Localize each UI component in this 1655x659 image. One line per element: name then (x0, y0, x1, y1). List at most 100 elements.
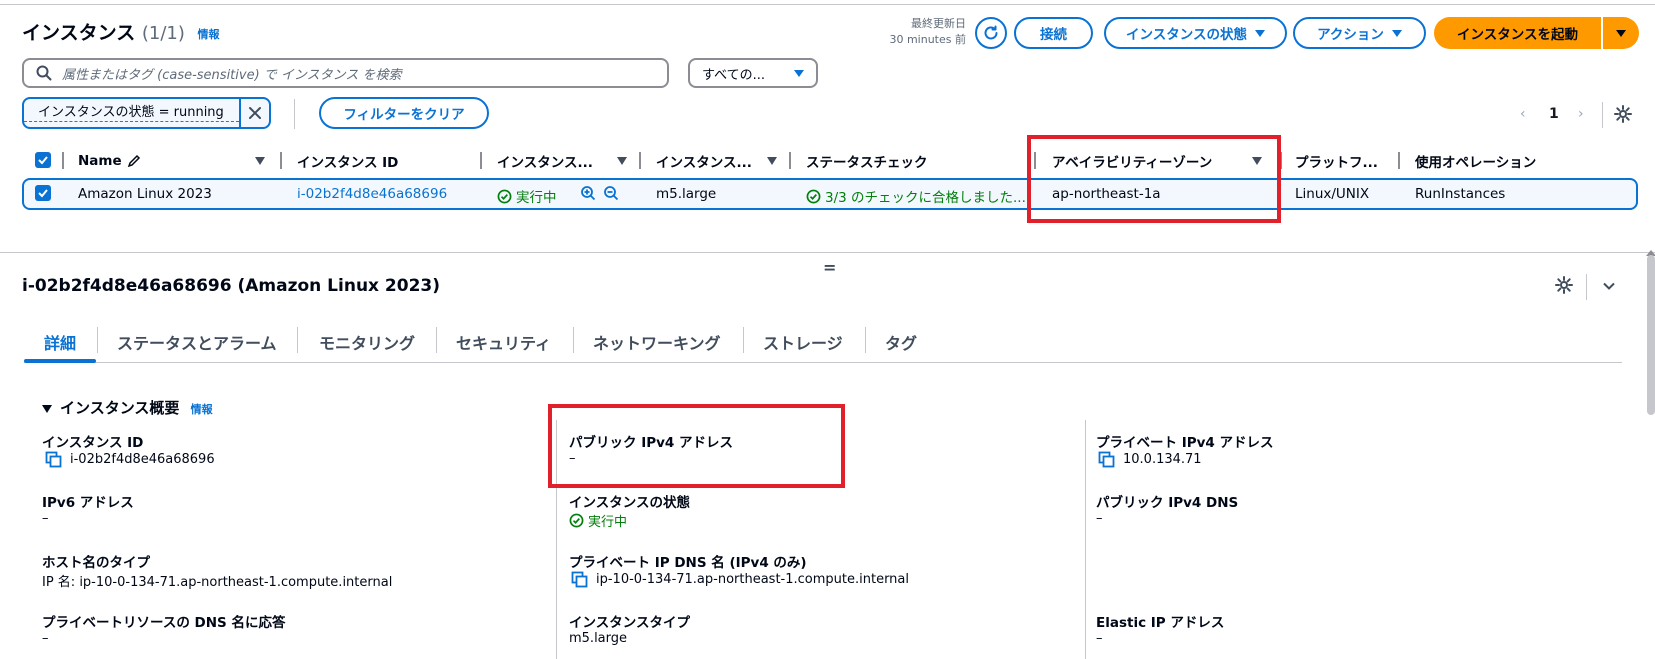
search-icon (36, 65, 52, 81)
zoom-in-icon[interactable] (580, 185, 596, 201)
caret-down-icon (794, 69, 804, 77)
tab-separator (297, 327, 298, 353)
caret-down-icon (1616, 29, 1626, 37)
next-page-button[interactable]: › (1578, 106, 1584, 122)
select-all-checkbox[interactable] (35, 152, 51, 168)
field-public-dns-value: – (1096, 511, 1103, 526)
page-number[interactable]: 1 (1549, 106, 1559, 122)
caret-down-icon (42, 404, 52, 413)
instance-state-label: インスタンスの状態 (1126, 27, 1247, 43)
launch-instance-button[interactable]: インスタンスを起動 (1434, 17, 1601, 49)
field-label: プライベートリソースの DNS 名に応答 (42, 615, 286, 631)
column-header-status-check[interactable]: ステータスチェック (806, 151, 1006, 171)
column-header-label: インスタンス... (656, 155, 752, 171)
chevron-down-icon[interactable] (1601, 278, 1617, 294)
tab-label: モニタリング (319, 334, 416, 353)
info-link[interactable]: 情報 (198, 28, 220, 41)
page-title-text: インスタンス (22, 22, 136, 44)
caret-down-icon (1391, 29, 1402, 37)
search-input[interactable]: 属性またはタグ (case-sensitive) で インスタンス を検索 (22, 58, 669, 88)
field-label: パブリック IPv4 DNS (1096, 495, 1239, 511)
page-title: インスタンス (1/1) 情報 (22, 18, 220, 45)
connect-label: 接続 (1040, 27, 1067, 43)
column-separator (62, 152, 64, 169)
select-value: すべての... (702, 67, 765, 83)
property-select[interactable]: すべての... (688, 58, 818, 88)
tab-security[interactable]: セキュリティ (456, 323, 551, 362)
refresh-icon (984, 25, 998, 40)
cell-name: Amazon Linux 2023 (78, 186, 212, 202)
instance-count: (1/1) (141, 23, 185, 44)
field-elastic-ip-value: – (1096, 631, 1103, 646)
annotation-highlight-public-ipv4 (548, 404, 845, 488)
copy-icon[interactable] (45, 451, 62, 468)
last-updated-value: 30 minutes 前 (889, 33, 966, 46)
cell-platform: Linux/UNIX (1295, 186, 1370, 202)
cell-instance-id-link[interactable]: i-02b2f4d8e46a68696 (297, 186, 447, 202)
actions-button[interactable]: アクション (1293, 17, 1426, 49)
annotation-highlight-availability-zone (1027, 135, 1281, 223)
field-label: インスタンスタイプ (569, 615, 690, 631)
filter-token[interactable]: インスタンスの状態 = running (22, 97, 271, 129)
section-header-instance-summary[interactable]: インスタンス概要 情報 (42, 397, 213, 418)
tab-separator (97, 327, 98, 353)
copy-icon[interactable] (571, 571, 588, 588)
zoom-out-icon[interactable] (603, 185, 619, 201)
success-icon (569, 513, 584, 528)
edit-icon (127, 154, 140, 168)
tab-monitoring[interactable]: モニタリング (319, 323, 415, 362)
row-checkbox[interactable] (35, 185, 51, 201)
tab-label: ネットワーキング (593, 334, 721, 353)
actions-label: アクション (1317, 27, 1384, 43)
field-label: プライベート IP DNS 名 (IPv4 のみ) (569, 555, 807, 571)
remove-filter-button[interactable] (239, 99, 269, 127)
clear-filters-button[interactable]: フィルターをクリア (319, 97, 489, 129)
column-separator (639, 152, 641, 169)
tab-storage[interactable]: ストレージ (763, 323, 843, 362)
column-header-label: ステータスチェック (806, 155, 928, 171)
field-ipv6-value: – (42, 511, 49, 526)
top-border (0, 0, 1655, 5)
refresh-button[interactable] (975, 17, 1007, 49)
tab-tags[interactable]: タグ (885, 323, 917, 362)
column-header-usage-operation[interactable]: 使用オペレーション (1415, 151, 1615, 171)
success-icon (497, 189, 512, 203)
section-title: インスタンス概要 (60, 399, 180, 417)
column-header-instance-state[interactable]: インスタンス... (497, 151, 627, 171)
tab-status-alarms[interactable]: ステータスとアラーム (117, 323, 277, 362)
gear-icon[interactable] (1555, 276, 1573, 294)
tab-networking[interactable]: ネットワーキング (593, 323, 721, 362)
connect-button[interactable]: 接続 (1014, 17, 1093, 49)
gear-icon[interactable] (1614, 105, 1632, 123)
info-link[interactable]: 情報 (191, 403, 213, 416)
column-header-platform[interactable]: プラットフ... (1295, 151, 1395, 171)
split-handle[interactable]: = (823, 258, 836, 277)
column-header-name[interactable]: Name (78, 151, 268, 171)
previous-page-button[interactable]: ‹ (1520, 106, 1526, 122)
sort-icon[interactable] (767, 157, 777, 165)
tab-details[interactable]: 詳細 (23, 323, 97, 363)
tab-separator (865, 327, 866, 353)
scrollbar[interactable] (1647, 255, 1655, 415)
sort-icon[interactable] (255, 157, 265, 165)
field-private-dns-respond-value: – (42, 631, 49, 646)
instance-state-button[interactable]: インスタンスの状態 (1104, 17, 1287, 49)
caret-down-icon (1254, 29, 1265, 37)
column-header-instance-id[interactable]: インスタンス ID (297, 151, 477, 171)
tab-label: ストレージ (763, 334, 843, 353)
field-hostname-type-value: IP 名: ip-10-0-134-71.ap-northeast-1.comp… (42, 575, 393, 590)
launch-instance-dropdown[interactable] (1603, 17, 1639, 49)
field-instance-id: i-02b2f4d8e46a68696 (45, 451, 215, 468)
check-icon (38, 156, 48, 165)
field-value: 10.0.134.71 (1123, 452, 1202, 467)
cell-instance-state: 実行中 (497, 186, 557, 206)
column-header-label: Name (78, 153, 122, 169)
filter-token-label[interactable]: インスタンスの状態 = running (24, 105, 239, 122)
column-separator (789, 152, 791, 169)
column-header-instance-type[interactable]: インスタンス... (656, 151, 786, 171)
sort-icon[interactable] (617, 157, 627, 165)
field-value: i-02b2f4d8e46a68696 (70, 452, 215, 467)
field-instance-type-value: m5.large (569, 631, 628, 646)
tab-separator (743, 327, 744, 353)
copy-icon[interactable] (1098, 451, 1115, 468)
